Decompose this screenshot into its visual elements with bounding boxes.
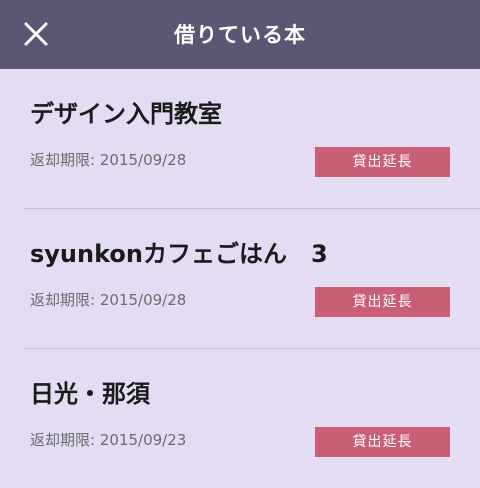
due-date-label: 返却期限: <box>30 151 96 169</box>
book-list-item: デザイン入門教室 返却期限: 2015/09/28 貸出延長 <box>24 69 480 208</box>
borrowed-book-list: デザイン入門教室 返却期限: 2015/09/28 貸出延長 syunkonカフ… <box>0 69 480 488</box>
page-title: 借りている本 <box>174 23 306 47</box>
due-date-label: 返却期限: <box>30 291 96 309</box>
due-date-row: 返却期限: 2015/09/28 <box>30 289 186 311</box>
book-title: デザイン入門教室 <box>30 100 222 128</box>
app-header: 借りている本 <box>0 0 480 69</box>
due-date-label: 返却期限: <box>30 431 96 449</box>
due-date-value: 2015/09/28 <box>99 151 187 169</box>
book-list-item: 日光・那須 返却期限: 2015/09/23 貸出延長 <box>24 348 480 488</box>
due-date-row: 返却期限: 2015/09/23 <box>30 429 186 451</box>
due-date-value: 2015/09/28 <box>99 291 187 309</box>
due-date-row: 返却期限: 2015/09/28 <box>30 149 186 171</box>
due-date-value: 2015/09/23 <box>99 431 187 449</box>
book-list-item: syunkonカフェごはん 3 返却期限: 2015/09/28 貸出延長 <box>24 208 480 348</box>
extend-loan-button[interactable]: 貸出延長 <box>315 427 450 457</box>
extend-loan-button[interactable]: 貸出延長 <box>315 147 450 177</box>
book-title: 日光・那須 <box>30 380 150 408</box>
extend-loan-button[interactable]: 貸出延長 <box>315 287 450 317</box>
book-title: syunkonカフェごはん 3 <box>30 240 328 268</box>
